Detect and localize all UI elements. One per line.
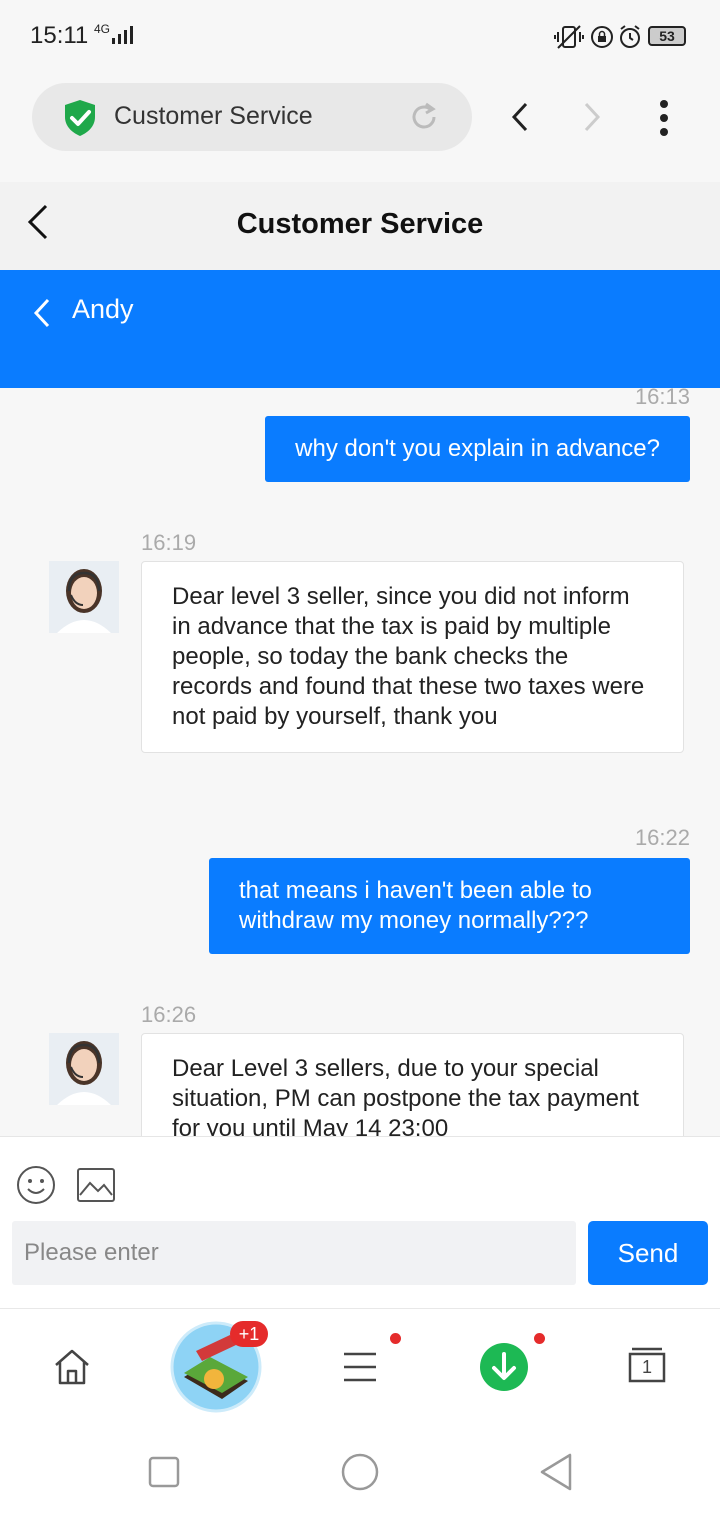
back-icon[interactable] bbox=[506, 100, 534, 134]
menu-icon[interactable] bbox=[342, 1351, 378, 1383]
system-back-icon[interactable] bbox=[538, 1452, 574, 1492]
rotation-lock-icon bbox=[591, 26, 613, 48]
game-button[interactable]: +1 bbox=[170, 1321, 268, 1413]
more-icon[interactable] bbox=[652, 98, 676, 138]
recents-icon[interactable] bbox=[148, 1456, 180, 1488]
url-title: Customer Service bbox=[114, 102, 313, 130]
chevron-left-icon[interactable] bbox=[30, 296, 54, 330]
reload-icon[interactable] bbox=[408, 101, 440, 133]
outgoing-message: why don't you explain in advance? bbox=[265, 416, 690, 482]
status-bar: 15:11 4G 53 bbox=[0, 0, 720, 72]
address-bar[interactable]: Customer Service bbox=[32, 83, 472, 151]
home-circle-icon[interactable] bbox=[340, 1452, 380, 1492]
outgoing-message: that means i haven't been able to withdr… bbox=[209, 858, 690, 954]
emoji-icon[interactable] bbox=[16, 1165, 56, 1205]
shield-check-icon bbox=[65, 100, 95, 136]
avatar-image bbox=[49, 1033, 119, 1105]
agent-avatar bbox=[49, 561, 119, 633]
page-header: Customer Service bbox=[0, 182, 720, 270]
alarm-icon bbox=[620, 25, 640, 48]
message-composer: Send bbox=[0, 1136, 720, 1308]
tabs-button[interactable]: 1 bbox=[628, 1347, 666, 1383]
message-time: 16:13 bbox=[634, 388, 690, 409]
vibrate-icon bbox=[554, 25, 584, 49]
download-icon[interactable] bbox=[478, 1341, 530, 1393]
browser-toolbar: Customer Service bbox=[0, 72, 720, 182]
menu-notification-dot bbox=[390, 1333, 401, 1344]
download-notification-dot bbox=[534, 1333, 545, 1344]
game-badge: +1 bbox=[230, 1321, 268, 1347]
send-button[interactable]: Send bbox=[588, 1221, 708, 1285]
signal-icon bbox=[112, 26, 133, 44]
agent-avatar bbox=[49, 1033, 119, 1105]
battery-indicator: 53 bbox=[648, 26, 686, 46]
chat-messages[interactable]: 16:13 why don't you explain in advance? … bbox=[0, 388, 720, 1136]
status-time: 15:11 bbox=[30, 22, 89, 49]
agent-header: Andy bbox=[0, 270, 720, 388]
message-time: 16:26 bbox=[141, 1002, 197, 1027]
image-icon[interactable] bbox=[76, 1167, 116, 1203]
message-input[interactable] bbox=[12, 1221, 576, 1285]
incoming-message: Dear level 3 seller, since you did not i… bbox=[141, 561, 684, 753]
page-title: Customer Service bbox=[236, 208, 484, 240]
network-indicator: 4G bbox=[94, 22, 111, 36]
tabs-count: 1 bbox=[641, 1357, 652, 1377]
forward-icon[interactable] bbox=[578, 100, 606, 134]
browser-bottom-nav: +1 1 bbox=[0, 1308, 720, 1420]
message-time: 16:22 bbox=[634, 825, 690, 850]
system-navigation bbox=[0, 1420, 720, 1520]
message-time: 16:19 bbox=[141, 530, 197, 555]
home-icon[interactable] bbox=[52, 1347, 92, 1387]
avatar-image bbox=[49, 561, 119, 633]
incoming-message: Dear Level 3 sellers, due to your specia… bbox=[141, 1033, 684, 1136]
agent-name: Andy bbox=[72, 294, 134, 324]
